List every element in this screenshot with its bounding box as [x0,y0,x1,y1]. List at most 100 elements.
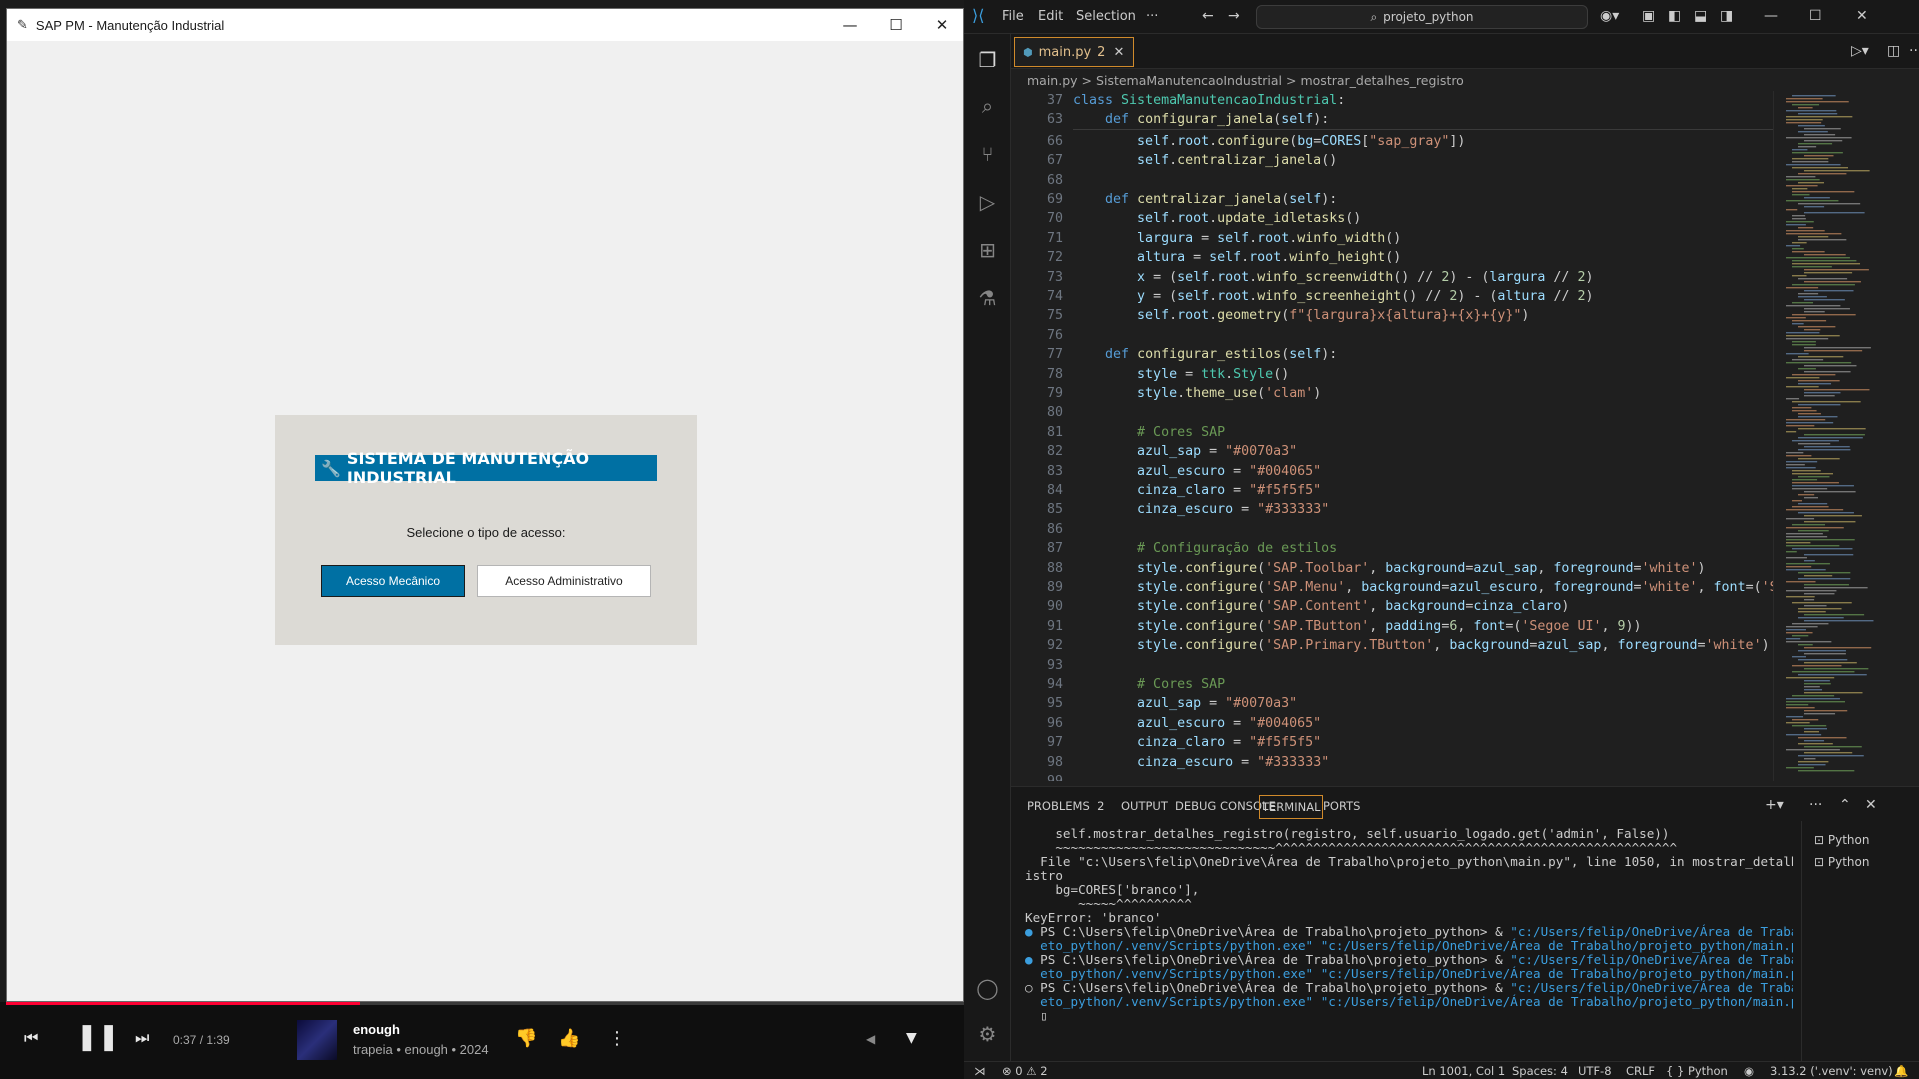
code-line[interactable]: # Configuração de estilos [1073,539,1337,558]
more-options-icon[interactable]: ⋮ [608,1028,626,1049]
toggle-sidebar-icon[interactable]: ◧ [1668,8,1681,24]
pause-icon[interactable]: ❚❚ [76,1022,120,1052]
tab-terminal[interactable]: TERMINAL [1259,795,1324,819]
notifications-icon[interactable]: 🔔 [1894,1064,1908,1078]
tab-problems[interactable]: PROBLEMS 2 [1027,799,1104,813]
mechanic-access-button[interactable]: Acesso Mecânico [321,565,465,597]
copilot-icon[interactable]: ◉▾ [1600,8,1619,24]
expand-caret-icon[interactable]: ▼ [906,1030,917,1046]
toggle-panel-icon[interactable]: ⬓ [1694,8,1707,24]
window-maximize-icon[interactable]: ☐ [1809,8,1822,24]
source-control-icon[interactable]: ⑂ [964,134,1011,174]
previous-track-icon[interactable]: ⏮ [24,1028,38,1048]
code-line[interactable]: cinza_escuro = "#333333" [1073,500,1329,519]
code-line[interactable]: style.configure('SAP.TButton', padding=6… [1073,617,1641,636]
testing-icon[interactable]: ⚗ [964,278,1011,318]
code-line[interactable]: self.centralizar_janela() [1073,151,1337,170]
code-line[interactable]: x = (self.root.winfo_screenwidth() // 2)… [1073,268,1593,287]
back-arrow-icon[interactable]: ← [1202,8,1214,24]
code-line[interactable]: style.configure('SAP.Content', backgroun… [1073,597,1569,616]
maximize-button[interactable]: ☐ [873,9,919,41]
window-close-icon[interactable]: ✕ [1856,8,1868,24]
code-editor[interactable]: 37 class SistemaManutencaoIndustrial: 63 d… [1011,91,1773,781]
volume-caret-icon[interactable]: ◀ [866,1032,875,1046]
code-line[interactable]: self.root.update_idletasks() [1073,209,1361,228]
toggle-secondary-sidebar-icon[interactable]: ◨ [1720,8,1733,24]
cursor-position[interactable]: Ln 1001, Col 1 [1422,1064,1505,1078]
breadcrumb-class[interactable]: SistemaManutencaoIndustrial [1096,73,1282,88]
next-track-icon[interactable]: ⏭ [135,1028,149,1048]
tab-output[interactable]: OUTPUT [1121,799,1168,813]
extensions-icon[interactable]: ⊞ [964,230,1011,270]
code-line[interactable]: self.root.geometry(f"{largura}x{altura}+… [1073,306,1529,325]
explorer-icon[interactable]: ❐ [964,40,1011,80]
run-debug-icon[interactable]: ▷ [964,182,1011,222]
code-line[interactable]: style.configure('SAP.Menu', background=a… [1073,578,1773,597]
code-line[interactable]: altura = self.root.winfo_height() [1073,248,1401,267]
playback-progress-track[interactable] [360,1002,964,1005]
new-terminal-icon[interactable]: +▾ [1765,797,1784,813]
remote-icon[interactable]: ⋊ [974,1064,986,1078]
code-line[interactable]: def centralizar_janela(self): [1073,190,1337,209]
copilot-status-icon[interactable]: ◉ [1744,1064,1754,1078]
close-button[interactable]: ✕ [919,9,965,41]
playback-progress-fill[interactable] [6,1002,360,1005]
minimap[interactable] [1773,91,1919,781]
breadcrumb-file[interactable]: main.py [1027,73,1078,88]
tab-close-icon[interactable]: ✕ [1113,45,1124,60]
code-line[interactable]: style.configure('SAP.Primary.TButton', b… [1073,636,1770,655]
album-thumbnail[interactable] [297,1020,337,1060]
problems-status[interactable]: ⊗ 0 ⚠ 2 [1002,1064,1048,1078]
breadcrumb-method[interactable]: mostrar_detalhes_registro [1300,73,1463,88]
code-line[interactable]: cinza_claro = "#f5f5f5" [1073,481,1321,500]
line-ending[interactable]: CRLF [1626,1064,1655,1078]
code-line[interactable]: def configurar_estilos(self): [1073,345,1337,364]
terminal-instance[interactable]: ⊡ Python [1814,855,1869,869]
code-line[interactable]: class SistemaManutencaoIndustrial: [1073,91,1346,110]
account-icon[interactable]: ◯ [964,968,1011,1008]
code-line[interactable]: self.root.configure(bg=CORES["sap_gray"]… [1073,132,1465,151]
code-line[interactable]: azul_sap = "#0070a3" [1073,442,1297,461]
code-line[interactable]: cinza_escuro = "#333333" [1073,753,1329,772]
layout-icon[interactable]: ▣ [1642,8,1655,24]
run-file-icon[interactable]: ▷▾ [1851,43,1869,59]
terminal-instance[interactable]: ⊡ Python [1814,833,1869,847]
encoding[interactable]: UTF-8 [1578,1064,1612,1078]
settings-gear-icon[interactable]: ⚙ [964,1014,1011,1054]
command-center-search[interactable]: ⌕ projeto_python [1256,5,1588,29]
track-subtitle[interactable]: trapeia • enough • 2024 [353,1042,489,1057]
language-mode[interactable]: { } Python [1666,1064,1728,1078]
window-minimize-icon[interactable]: — [1764,8,1778,24]
tab-main-py[interactable]: ⬢ main.py 2 ✕ [1014,37,1134,67]
editor-more-icon[interactable]: ··· [1909,43,1919,59]
code-line[interactable]: azul_escuro = "#004065" [1073,462,1321,481]
menu-edit[interactable]: Edit [1038,9,1063,24]
panel-more-icon[interactable]: ··· [1809,797,1822,813]
maximize-panel-icon[interactable]: ⌃ [1839,797,1851,813]
track-title[interactable]: enough [353,1022,400,1037]
terminal-output[interactable]: self.mostrar_detalhes_registro(registro,… [1011,821,1793,1061]
minimize-button[interactable]: — [827,9,873,41]
python-interpreter[interactable]: 3.13.2 ('.venv': venv) [1770,1064,1893,1078]
code-line[interactable]: style = ttk.Style() [1073,365,1289,384]
code-line[interactable]: y = (self.root.winfo_screenheight() // 2… [1073,287,1593,306]
indentation[interactable]: Spaces: 4 [1512,1064,1568,1078]
code-line[interactable]: azul_escuro = "#004065" [1073,714,1321,733]
code-line[interactable]: # Cores SAP [1073,423,1225,442]
code-line[interactable]: largura = self.root.winfo_width() [1073,229,1401,248]
tab-ports[interactable]: PORTS [1323,799,1360,813]
code-line[interactable]: style.configure('SAP.Toolbar', backgroun… [1073,559,1706,578]
window-titlebar[interactable]: ✎ SAP PM - Manutenção Industrial — ☐ ✕ [7,9,963,41]
like-icon[interactable]: 👍 [558,1028,580,1049]
menu-selection[interactable]: Selection [1076,9,1136,24]
code-line[interactable]: style.theme_use('clam') [1073,384,1321,403]
search-view-icon[interactable]: ⌕ [964,86,1011,126]
menu-more[interactable]: ··· [1146,9,1158,24]
code-line[interactable]: def configurar_janela(self): [1073,110,1330,130]
dislike-icon[interactable]: 👎 [515,1028,537,1049]
code-line[interactable]: # Cores SAP [1073,675,1225,694]
close-panel-icon[interactable]: ✕ [1865,797,1877,813]
menu-file[interactable]: File [1002,9,1024,24]
forward-arrow-icon[interactable]: → [1228,8,1240,24]
admin-access-button[interactable]: Acesso Administrativo [477,565,651,597]
